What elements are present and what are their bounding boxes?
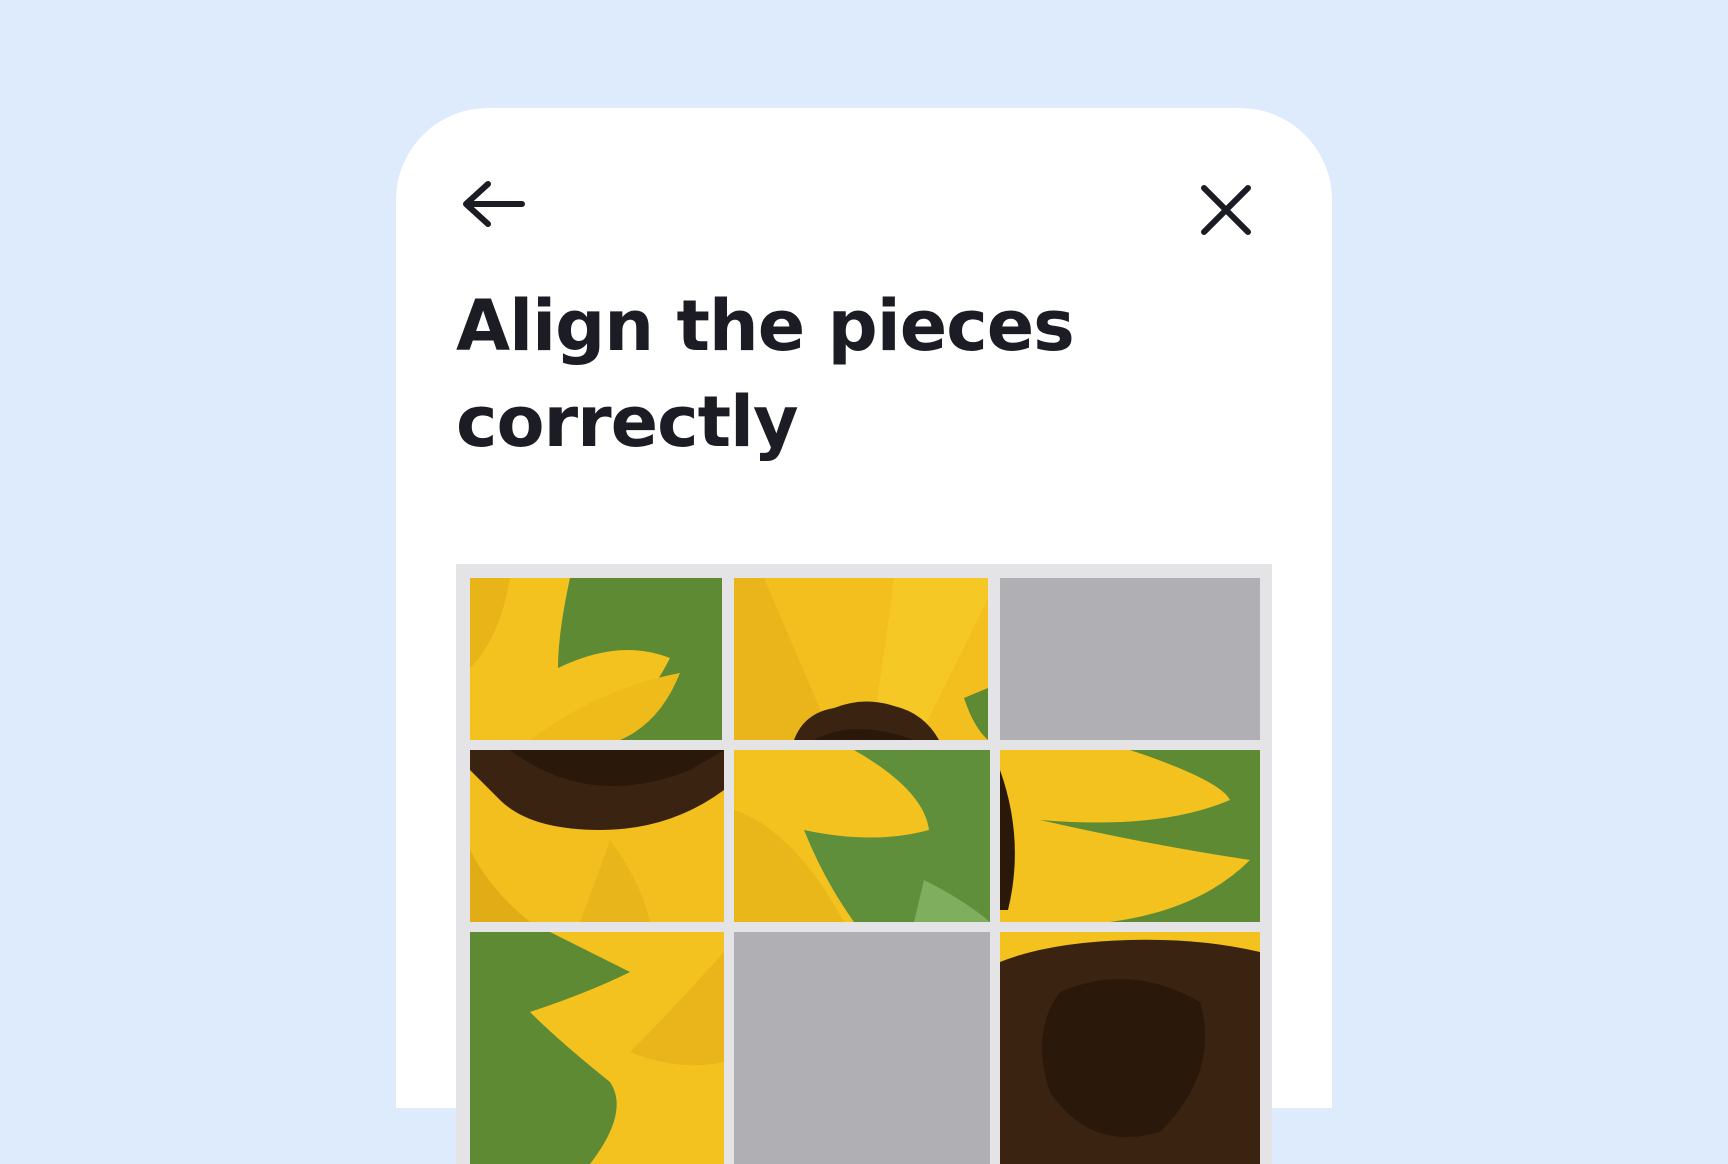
puzzle-tile[interactable] — [1000, 932, 1260, 1164]
close-button[interactable] — [1196, 180, 1256, 240]
back-button[interactable] — [456, 172, 528, 236]
puzzle-tile[interactable] — [470, 932, 724, 1164]
puzzle-board — [456, 564, 1272, 1164]
arrow-left-icon — [463, 181, 525, 227]
puzzle-tile[interactable] — [734, 750, 990, 922]
page-title: Align the pieces correctly — [456, 285, 1075, 463]
empty-slot[interactable] — [1000, 578, 1260, 740]
empty-slot[interactable] — [734, 932, 990, 1164]
puzzle-tile[interactable] — [734, 578, 988, 740]
puzzle-tile[interactable] — [1000, 750, 1260, 922]
close-icon — [1201, 185, 1251, 235]
puzzle-card: Align the pieces correctly — [396, 108, 1332, 1164]
puzzle-tile[interactable] — [470, 750, 724, 922]
puzzle-tile[interactable] — [470, 578, 722, 740]
